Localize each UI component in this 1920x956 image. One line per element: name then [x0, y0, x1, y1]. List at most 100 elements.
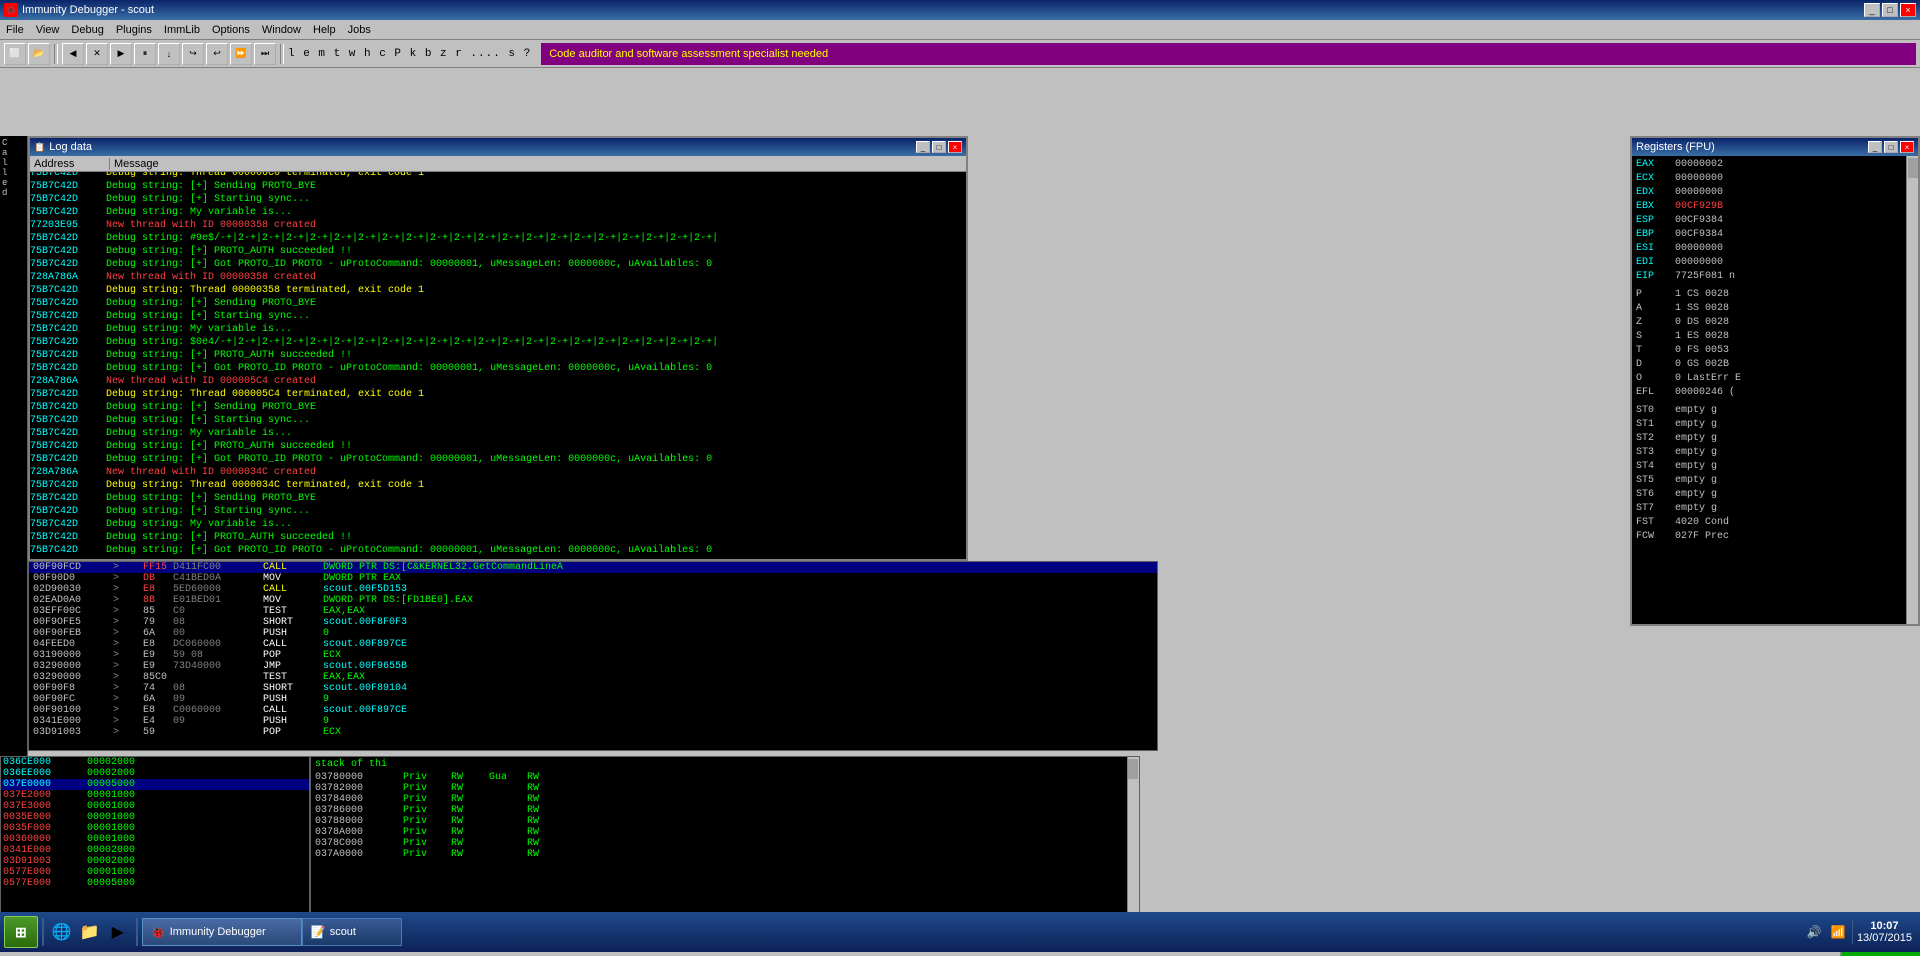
- left-panel-label: C a l l e d: [0, 136, 27, 200]
- reg-scrollbar[interactable]: [1906, 156, 1918, 624]
- close-proc-button[interactable]: ✕: [86, 43, 108, 65]
- reg-eax: EAX00000002: [1636, 158, 1914, 172]
- menu-immlib[interactable]: ImmLib: [158, 22, 206, 38]
- run-button[interactable]: ▶: [110, 43, 132, 65]
- menu-help[interactable]: Help: [307, 22, 342, 38]
- log-line: 75B7C42DDebug string: My variable is...: [30, 518, 966, 531]
- reg-edx: EDX00000000: [1636, 186, 1914, 200]
- reg-st4: ST4empty g: [1636, 460, 1914, 474]
- menu-plugins[interactable]: Plugins: [110, 22, 158, 38]
- reg-maximize-button[interactable]: □: [1884, 141, 1898, 153]
- log-line: 75B7C42DDebug string: Thread 000005C4 te…: [30, 388, 966, 401]
- system-tray: 🔊 📶 10:07 13/07/2015: [1804, 920, 1916, 944]
- close-button[interactable]: ×: [1900, 3, 1916, 17]
- log-close-button[interactable]: ×: [948, 141, 962, 153]
- mem-line-9: 0341E000 00002000: [1, 845, 309, 856]
- reg-minimize-button[interactable]: _: [1868, 141, 1882, 153]
- reg-z-flag: Z0 DS 0028: [1636, 316, 1914, 330]
- back-button[interactable]: ◀: [62, 43, 84, 65]
- log-content[interactable]: 75B7C42DDebug string: [+] Starting sync.…: [30, 172, 966, 559]
- menu-jobs[interactable]: Jobs: [342, 22, 377, 38]
- reg-scrollbar-thumb[interactable]: [1908, 158, 1918, 178]
- log-window: 📋 Log data _ □ × Address Message 75B7C42…: [28, 136, 968, 561]
- disasm-line-2: 00F90D0 > DB C41BED0A MOV DWORD PTR EAX: [29, 573, 1157, 584]
- stack-line-8: 037A0000 Priv RW RW: [311, 849, 1139, 860]
- toolbar-sep-2: [280, 44, 284, 64]
- new-button[interactable]: ⬜: [4, 43, 26, 65]
- step-out-button[interactable]: ↩: [206, 43, 228, 65]
- log-minimize-button[interactable]: _: [916, 141, 930, 153]
- disasm-line-10: 03290000 > E9 73D40000 JMP scout.00F9655…: [29, 661, 1157, 672]
- taskbar-immunity-button[interactable]: 🐞 Immunity Debugger: [142, 918, 302, 946]
- menu-bar: File View Debug Plugins ImmLib Options W…: [0, 20, 1920, 40]
- minimize-button[interactable]: _: [1864, 3, 1880, 17]
- clock-date: 13/07/2015: [1857, 932, 1912, 944]
- reg-st3: ST3empty g: [1636, 446, 1914, 460]
- log-line: 728A786ANew thread with ID 000005C4 crea…: [30, 375, 966, 388]
- mem-line-8: 00360000 00001000: [1, 834, 309, 845]
- toolbar-sep-1: [54, 44, 58, 64]
- start-button[interactable]: ⊞: [4, 916, 38, 948]
- open-button[interactable]: 📂: [28, 43, 50, 65]
- menu-view[interactable]: View: [30, 22, 66, 38]
- toolbar: ⬜ 📂 ◀ ✕ ▶ ⏸ ↓ ↪ ↩ ⏩ ⏭ l e m t w h c P k …: [0, 40, 1920, 68]
- step-into-button[interactable]: ↓: [158, 43, 180, 65]
- taskbar-notepad-button[interactable]: 📝 scout: [302, 918, 402, 946]
- pause-button[interactable]: ⏸: [134, 43, 156, 65]
- log-line: 75B7C42DDebug string: [+] Got PROTO_ID P…: [30, 453, 966, 466]
- taskbar-explorer-button[interactable]: 📁: [76, 918, 104, 946]
- taskbar-media-button[interactable]: ▶: [104, 918, 132, 946]
- disasm-line-5: 03EFF00C > 85 C0 TEST EAX,EAX: [29, 606, 1157, 617]
- reg-eip: EIP7725F081 n: [1636, 270, 1914, 284]
- key-shortcuts: l e m t w h c P k b z r .... s ?: [288, 48, 531, 60]
- log-maximize-button[interactable]: □: [932, 141, 946, 153]
- mem-line-12: 0577E000 00005000: [1, 878, 309, 889]
- disasm-panel[interactable]: 00F90FCD > FF15 D411FC00 CALL DWORD PTR …: [28, 561, 1158, 751]
- reg-ecx: ECX00000000: [1636, 172, 1914, 186]
- reg-ebp: EBP00CF9384: [1636, 228, 1914, 242]
- log-line: 75B7C42DDebug string: [+] PROTO_AUTH suc…: [30, 531, 966, 544]
- menu-debug[interactable]: Debug: [65, 22, 109, 38]
- reg-p-flag: P1 CS 0028: [1636, 288, 1914, 302]
- mem-line-4: 037E2000 00001000: [1, 790, 309, 801]
- reg-s-flag: S1 ES 0028: [1636, 330, 1914, 344]
- explorer-icon: 📁: [80, 922, 100, 942]
- maximize-button[interactable]: □: [1882, 3, 1898, 17]
- menu-file[interactable]: File: [0, 22, 30, 38]
- taskbar-ie-button[interactable]: 🌐: [48, 918, 76, 946]
- reg-st7: ST7empty g: [1636, 502, 1914, 516]
- log-line: 75B7C42DDebug string: [+] Starting sync.…: [30, 414, 966, 427]
- menu-options[interactable]: Options: [206, 22, 256, 38]
- log-icon: 📋: [34, 142, 45, 153]
- menu-window[interactable]: Window: [256, 22, 307, 38]
- stack-scrollbar[interactable]: [1127, 757, 1139, 930]
- log-line: 75B7C42DDebug string: My variable is...: [30, 323, 966, 336]
- network-icon[interactable]: 🔊: [1804, 922, 1824, 942]
- exec-button[interactable]: ⏭: [254, 43, 276, 65]
- stack-line-2: 03782000 Priv RW RW: [311, 783, 1139, 794]
- reg-content: EAX00000002 ECX00000000 EDX00000000 EBX0…: [1632, 156, 1918, 546]
- log-line: 77203E95New thread with ID 00000358 crea…: [30, 219, 966, 232]
- stack-scrollbar-thumb[interactable]: [1128, 759, 1138, 779]
- reg-close-button[interactable]: ×: [1900, 141, 1914, 153]
- reg-st2: ST2empty g: [1636, 432, 1914, 446]
- reg-ebx: EBX00CF929B: [1636, 200, 1914, 214]
- log-line: 75B7C42DDebug string: [+] Sending PROTO_…: [30, 297, 966, 310]
- reg-st5: ST5empty g: [1636, 474, 1914, 488]
- log-line: 75B7C42DDebug string: [+] PROTO_AUTH suc…: [30, 349, 966, 362]
- disasm-line-11: 03290000 > 85C0 TEST EAX,EAX: [29, 672, 1157, 683]
- anim-button[interactable]: ⏩: [230, 43, 252, 65]
- stack-header-text: stack of thi: [311, 757, 1139, 772]
- volume-icon[interactable]: 📶: [1828, 922, 1848, 942]
- stack-line-7: 0378C000 Priv RW RW: [311, 838, 1139, 849]
- mem-line-5: 037E3000 00001000: [1, 801, 309, 812]
- log-titlebar: 📋 Log data _ □ ×: [30, 138, 966, 156]
- log-line: 75B7C42DDebug string: [+] Got PROTO_ID P…: [30, 544, 966, 557]
- reg-flags-section: P1 CS 0028 A1 SS 0028 Z0 DS 0028 S1 ES 0…: [1636, 288, 1914, 400]
- step-over-button[interactable]: ↪: [182, 43, 204, 65]
- immunity-taskbar-label: Immunity Debugger: [170, 926, 266, 938]
- stack-panel[interactable]: stack of thi 03780000 Priv RW Gua RW 037…: [310, 756, 1140, 931]
- disasm-line-16: 03D91003 > 59 POP ECX: [29, 727, 1157, 738]
- memory-panel[interactable]: 036CE000 00002000 036EE000 00002000 037E…: [0, 756, 310, 931]
- reg-esp: ESP00CF9384: [1636, 214, 1914, 228]
